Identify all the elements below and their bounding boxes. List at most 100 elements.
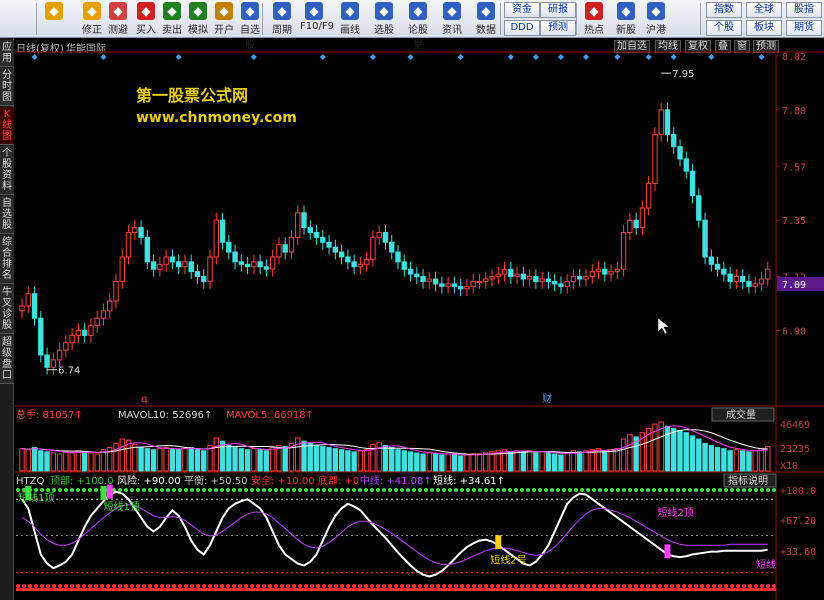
side-tab[interactable]: 综合排名 <box>0 235 14 284</box>
volume-bar <box>627 434 633 472</box>
toolbar-right-button[interactable]: 全球 <box>746 2 782 18</box>
top-level-dot <box>340 488 344 492</box>
bottom-level-dot <box>52 584 56 588</box>
toolbar-right-button[interactable]: 股指 <box>786 2 822 18</box>
signal-marker <box>557 54 564 60</box>
candle-body <box>188 261 194 273</box>
bottom-level-dot <box>772 584 776 588</box>
forum-icon: ◆ <box>409 2 427 20</box>
top-level-dot <box>484 488 488 492</box>
top-level-dot <box>646 488 650 492</box>
bottom-level-dot <box>742 584 746 588</box>
toolbar-right-button[interactable]: 研报 <box>540 2 576 18</box>
candle-body <box>263 266 270 270</box>
bottom-level-dot <box>136 584 140 588</box>
volume-bar <box>332 448 339 472</box>
chart-canvas[interactable]: 8.027.807.577.357.126.907.097.956.74q财总手… <box>14 38 824 600</box>
volume-bar <box>226 444 232 472</box>
side-tab[interactable]: 超级盘口 <box>0 335 14 384</box>
candle-body <box>627 219 633 233</box>
bottom-level-dot <box>448 584 452 588</box>
side-tab[interactable]: 牛叉诊股 <box>0 285 14 334</box>
toolbar-right-button[interactable]: 个股 <box>706 20 742 36</box>
candle-body <box>100 310 107 319</box>
chart-area[interactable]: 日线(复权) 华能国际 加自选 均线 复权叠窗预测 第一股票公式网 www.chnm… <box>14 38 824 600</box>
period-button[interactable]: ◆ 周期 <box>268 2 296 36</box>
back-arrow-button[interactable]: ◆ <box>40 2 68 36</box>
top-level-dot <box>130 488 134 492</box>
indicator-axis-label: +33.60 <box>780 547 816 558</box>
top-level-dot <box>376 488 380 492</box>
toolbar-right-button[interactable]: 指数 <box>706 2 742 18</box>
candle-body <box>432 278 439 285</box>
bottom-level-dot <box>472 584 476 588</box>
data-button[interactable]: ◆ 数据 <box>472 2 500 36</box>
toolbar-right-button[interactable]: 预测 <box>540 20 576 36</box>
top-level-dot <box>220 488 224 492</box>
news-button[interactable]: ◆ 资讯 <box>438 2 466 36</box>
signal-marker <box>670 54 677 60</box>
bottom-level-dot <box>736 584 740 588</box>
buy-button[interactable]: ◆ 买入 <box>132 2 160 36</box>
hk-connect-button[interactable]: ◆沪港通 <box>642 2 670 51</box>
volume-bar <box>351 451 357 472</box>
bottom-level-dot <box>76 584 80 588</box>
volume-axis-label: 23235 <box>780 444 810 455</box>
hot-button[interactable]: ◆ 热点 <box>580 2 608 36</box>
volume-bar <box>614 448 621 472</box>
bottom-level-dot <box>538 584 542 588</box>
candle-body <box>727 273 733 282</box>
candle-body <box>175 261 182 268</box>
side-tab[interactable]: 应用 <box>0 40 14 67</box>
toolbar-right-button[interactable]: 期货 <box>786 20 822 36</box>
lock-button[interactable]: ◆ 开户 <box>210 2 238 36</box>
sell-button[interactable]: ◆ 卖出 <box>158 2 186 36</box>
forum-button[interactable]: ◆ 论股堂 <box>404 2 432 51</box>
main-toolbar: ◆ ◆ 修正 ◆ 测避 ◆ 买入 ◆ 卖出 ◆ 模拟 ◆ 开户 ◆ 自选股 ◆ 周期 ◆ F10/F9 ◆ 画线 ◆ 选股 ◆… <box>0 0 824 51</box>
top-level-dot <box>730 488 734 492</box>
bottom-level-dot <box>628 584 632 588</box>
watchlist-button[interactable]: ◆ 自选股 <box>236 2 264 51</box>
volume-bar <box>407 451 414 472</box>
toolbar-right-button[interactable]: 板块 <box>746 20 782 36</box>
top-level-dot <box>586 488 590 492</box>
side-tab[interactable]: 分时图 <box>0 68 14 106</box>
top-level-dot <box>298 488 302 492</box>
bottom-level-dot <box>598 584 602 588</box>
fix-button[interactable]: ◆ 修正 <box>78 2 106 36</box>
ipo-button[interactable]: ◆ 新股 <box>612 2 640 36</box>
side-tab[interactable]: K线图 <box>0 107 14 145</box>
top-level-dot <box>118 488 122 492</box>
candle-body <box>56 349 63 361</box>
candle-body <box>295 212 301 238</box>
top-level-dot <box>658 488 662 492</box>
volume-bar <box>564 452 570 472</box>
side-tab[interactable]: 个股资料 <box>0 146 14 195</box>
simulate-button[interactable]: ◆ 模拟 <box>184 2 212 36</box>
volume-bar <box>420 453 426 472</box>
top-level-dot <box>400 488 404 492</box>
signal-marker <box>507 54 514 60</box>
top-level-dot <box>64 488 68 492</box>
bottom-level-dot <box>436 584 440 588</box>
side-tab[interactable]: 自选股 <box>0 196 14 234</box>
signal-marker <box>369 54 376 60</box>
volume-bar <box>182 448 188 472</box>
toolbar-button-label: 模拟 <box>188 25 208 36</box>
candle-body <box>570 276 577 282</box>
toolbar-right-button[interactable]: DDD <box>504 20 540 36</box>
volume-bar <box>739 450 746 472</box>
top-level-dot <box>550 488 554 492</box>
volume-bar <box>395 449 401 472</box>
top-level-dot <box>652 488 656 492</box>
candle-body <box>765 268 771 280</box>
top-level-dot <box>472 488 476 492</box>
toolbar-right-button[interactable]: 资金 <box>504 2 540 18</box>
draw-button[interactable]: ◆ 画线 <box>336 2 364 36</box>
select-button[interactable]: ◆ 选股 <box>370 2 398 36</box>
indicator-value-label: 短线: +34.61↑ <box>433 474 505 487</box>
clock-button[interactable]: ◆ 测避 <box>104 2 132 36</box>
bottom-level-dot <box>142 584 146 588</box>
top-level-dot <box>16 488 20 492</box>
f10-button[interactable]: ◆ F10/F9 <box>300 2 334 36</box>
